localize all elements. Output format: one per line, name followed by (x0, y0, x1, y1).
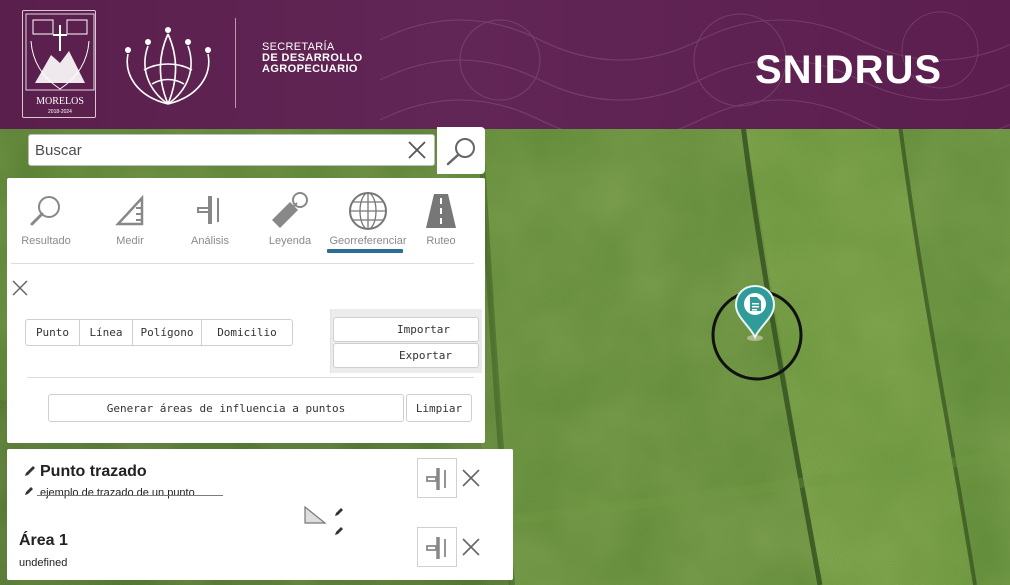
clear-button[interactable]: Limpiar (406, 394, 472, 422)
active-tab-indicator (327, 249, 403, 253)
tab-label: Medir (116, 235, 144, 247)
analysis-tool-icon (426, 468, 446, 490)
tab-medir[interactable]: Medir (106, 184, 154, 248)
globe-icon (349, 192, 387, 230)
analysis-tool-icon (426, 537, 446, 559)
results-panel: Punto trazado ejemplo de trazado de un p… (7, 449, 513, 580)
import-button[interactable]: Importar (333, 317, 479, 342)
crest-year: 2018-2024 (48, 109, 72, 115)
tag-icon (272, 192, 308, 228)
draw-line-button[interactable]: Línea (80, 320, 133, 345)
department-line-3: AGROPECUARIO (262, 63, 358, 75)
section-divider (27, 377, 474, 378)
magnifier-icon (30, 196, 60, 226)
result-title: Punto trazado (40, 463, 147, 480)
tools-panel: Resultado Medir Análisis Leyenda Georref… (7, 178, 485, 443)
analysis-button[interactable] (417, 527, 457, 567)
search-button[interactable] (437, 127, 485, 174)
search-input[interactable] (35, 139, 395, 161)
document-marker-icon[interactable] (735, 285, 775, 339)
draw-polygon-button[interactable]: Polígono (133, 320, 202, 345)
tab-label: Leyenda (268, 235, 312, 247)
tab-georreferenciar[interactable]: Georreferenciar (325, 184, 411, 248)
edit-shape-icon[interactable] (333, 506, 345, 518)
app-brand: SNIDRUS (755, 48, 943, 92)
draw-point-button[interactable]: Punto (26, 320, 80, 345)
tab-leyenda[interactable]: Leyenda (261, 184, 319, 248)
tab-ruteo[interactable]: Ruteo (421, 184, 461, 248)
result-description: ejemplo de trazado de un punto (40, 487, 195, 499)
draw-address-button[interactable]: Domicilio (202, 320, 292, 345)
tab-label: Georreferenciar (329, 235, 407, 247)
header-divider (235, 18, 236, 108)
result-title: Área 1 (19, 532, 68, 549)
ruler-triangle-icon (115, 194, 144, 226)
app-header: MORELOS 2018-2024 SECRETARÍA DE DESARROL… (0, 0, 1010, 129)
analysis-tool-icon (197, 196, 219, 224)
tab-analisis[interactable]: Análisis (181, 184, 239, 248)
analysis-button[interactable] (417, 458, 457, 498)
close-tools-icon[interactable] (11, 279, 29, 297)
search-box (28, 134, 435, 166)
export-button[interactable]: Exportar (333, 343, 479, 368)
tab-label: Ruteo (426, 235, 456, 247)
state-crest-logo: MORELOS 2018-2024 (22, 10, 96, 118)
remove-result-icon[interactable] (460, 467, 482, 489)
crest-label: MORELOS (36, 96, 84, 107)
edit-title-icon[interactable] (23, 464, 37, 478)
remove-result-icon[interactable] (460, 536, 482, 558)
draw-mode-group: Punto Línea Polígono Domicilio (25, 319, 293, 346)
result-description: undefined (19, 557, 68, 569)
generate-buffers-button[interactable]: Generar áreas de influencia a puntos (48, 394, 404, 422)
tabs-divider (11, 263, 474, 264)
secretariat-flower-logo (125, 27, 211, 105)
description-underline (37, 495, 223, 496)
department-name: SECRETARÍA DE DESARROLLO AGROPECUARIO (262, 42, 363, 75)
tab-resultado[interactable]: Resultado (17, 184, 75, 248)
tab-label: Análisis (191, 235, 229, 247)
tab-label: Resultado (21, 235, 71, 247)
edit-area-icon[interactable] (333, 525, 345, 537)
crest-emblem-icon (25, 13, 95, 91)
measure-triangle-icon[interactable] (303, 505, 327, 525)
edit-description-icon[interactable] (23, 485, 35, 497)
clear-search-icon[interactable] (405, 138, 429, 162)
road-icon (426, 194, 456, 228)
search-icon (446, 138, 475, 166)
